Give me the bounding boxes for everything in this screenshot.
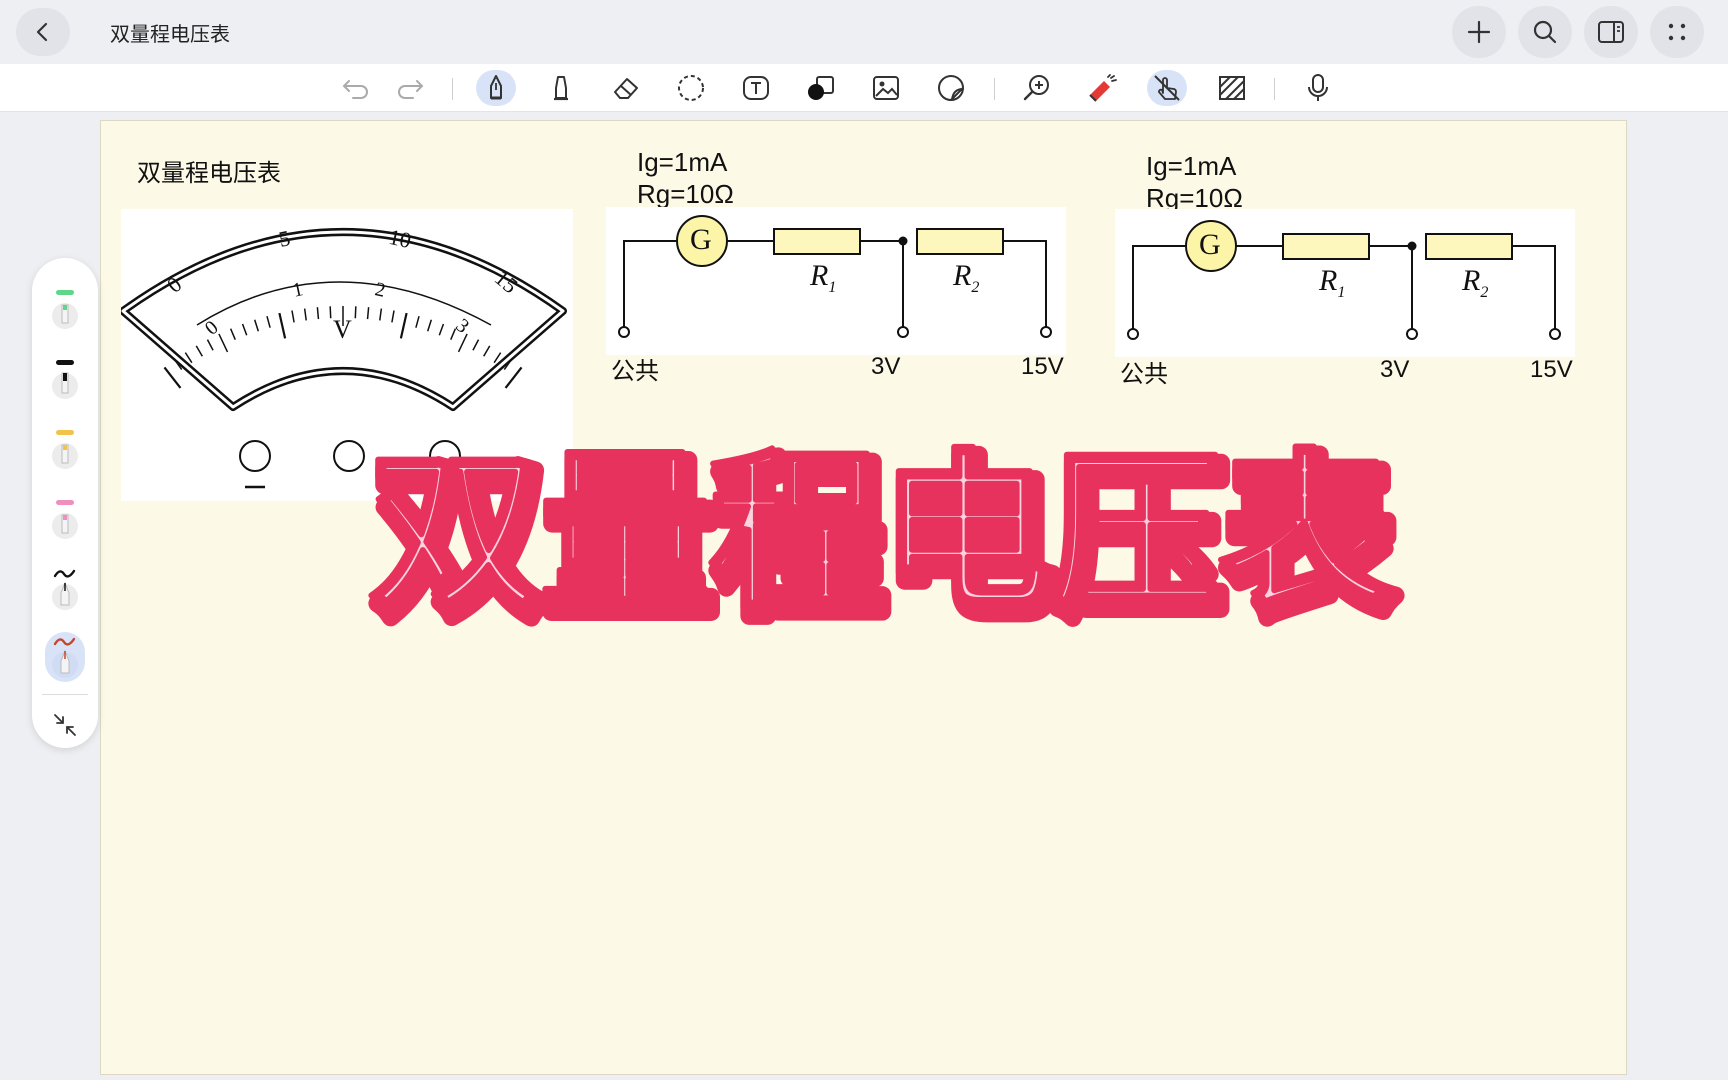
- eraser-tool[interactable]: [606, 70, 646, 106]
- laser-pointer-tool[interactable]: [1082, 70, 1122, 106]
- lasso-tool[interactable]: [671, 70, 711, 106]
- pen-palette: [32, 258, 98, 748]
- undo-icon: [342, 80, 368, 99]
- pen-slot-green[interactable]: [45, 284, 85, 334]
- toolbar-divider: [994, 78, 995, 100]
- laser-pointer-icon: [1089, 74, 1117, 102]
- common-terminal-left: 公共: [611, 358, 659, 385]
- pen-slot-black-marker[interactable]: [45, 354, 85, 404]
- image-icon: [873, 76, 899, 100]
- range-3v-right: 3V: [1380, 356, 1410, 383]
- r2-left: R2: [953, 259, 980, 296]
- redo-button[interactable]: [390, 70, 430, 106]
- toolbar-divider: [1274, 78, 1275, 100]
- sticker-tool[interactable]: [931, 70, 971, 106]
- redo-icon: [398, 80, 424, 99]
- toolbar-divider: [452, 78, 453, 100]
- top-right-actions: [1452, 6, 1704, 58]
- pen-tool[interactable]: [476, 70, 516, 106]
- hatch-icon: [1219, 76, 1245, 100]
- search-button[interactable]: [1518, 6, 1572, 58]
- ig-label-left: Ig=1mA: [637, 147, 728, 177]
- r2-right: R2: [1462, 264, 1489, 301]
- sticker-icon: [938, 74, 965, 101]
- zoom-tool[interactable]: [1017, 70, 1057, 106]
- pen-slot-pink[interactable]: [45, 494, 85, 544]
- title-bar: 双量程电压表: [0, 0, 1728, 64]
- circuit-left: G R1 R2: [606, 207, 1066, 355]
- undo-button[interactable]: [336, 70, 376, 106]
- pen-slot-yellow[interactable]: [45, 424, 85, 474]
- yellow-highlighter-icon: [52, 430, 78, 469]
- r1-left: R1: [810, 259, 837, 296]
- grid-dots-icon: [1668, 23, 1686, 41]
- pink-highlighter-icon: [52, 500, 78, 539]
- circuit-right: G R1 R2: [1115, 209, 1575, 357]
- text-tool[interactable]: [736, 70, 776, 106]
- range-3v-left: 3V: [871, 353, 901, 380]
- highlighter-icon: [554, 76, 568, 101]
- side-panel-icon: [1598, 21, 1624, 43]
- more-button[interactable]: [1650, 6, 1704, 58]
- back-button[interactable]: [16, 8, 70, 56]
- drawing-toolbar: [0, 64, 1728, 112]
- microphone-icon: [1308, 74, 1328, 101]
- r1-right: R1: [1319, 264, 1346, 301]
- shape-icon: [808, 76, 834, 100]
- overlay-title-text: 双量程电压表: [370, 435, 1390, 632]
- overlay-title: 双量程电压表 双量程电压表: [367, 432, 1405, 632]
- eraser-icon: [614, 78, 638, 99]
- zoom-icon: [1023, 75, 1049, 101]
- text-icon: [743, 76, 769, 100]
- document-title: 双量程电压表: [110, 22, 230, 46]
- side-panel-button[interactable]: [1584, 6, 1638, 58]
- pen-slot-red-pen[interactable]: [45, 632, 85, 682]
- hand-touch-tool[interactable]: [1147, 70, 1187, 106]
- add-button[interactable]: [1452, 6, 1506, 58]
- pen-slot-black-pen[interactable]: [45, 564, 85, 614]
- galvanometer-left: G: [690, 223, 712, 256]
- black-pen-icon: [52, 569, 78, 610]
- galvanometer-right: G: [1199, 228, 1221, 261]
- microphone-tool[interactable]: [1298, 70, 1338, 106]
- lasso-icon: [678, 75, 704, 101]
- pen-icon: [490, 75, 502, 100]
- search-icon: [1533, 20, 1557, 44]
- hand-touch-icon: [1154, 75, 1180, 101]
- black-marker-icon: [52, 360, 78, 399]
- red-pen-icon: [52, 637, 78, 678]
- shape-tool[interactable]: [801, 70, 841, 106]
- chevron-left-icon: [36, 22, 48, 42]
- ig-label-right: Ig=1mA: [1146, 151, 1237, 181]
- collapse-icon: [54, 714, 76, 736]
- common-terminal-right: 公共: [1120, 361, 1168, 388]
- plus-icon: [1467, 20, 1491, 44]
- image-tool[interactable]: [866, 70, 906, 106]
- hatch-tool[interactable]: [1212, 70, 1252, 106]
- range-15v-right: 15V: [1530, 356, 1573, 383]
- collapse-palette-button[interactable]: [45, 700, 85, 750]
- page-heading: 双量程电压表: [137, 160, 281, 187]
- green-highlighter-icon: [52, 290, 78, 329]
- rg-label-left: Rg=10Ω: [637, 179, 734, 209]
- palette-divider: [42, 694, 88, 695]
- highlighter-tool[interactable]: [541, 70, 581, 106]
- range-15v-left: 15V: [1021, 353, 1064, 380]
